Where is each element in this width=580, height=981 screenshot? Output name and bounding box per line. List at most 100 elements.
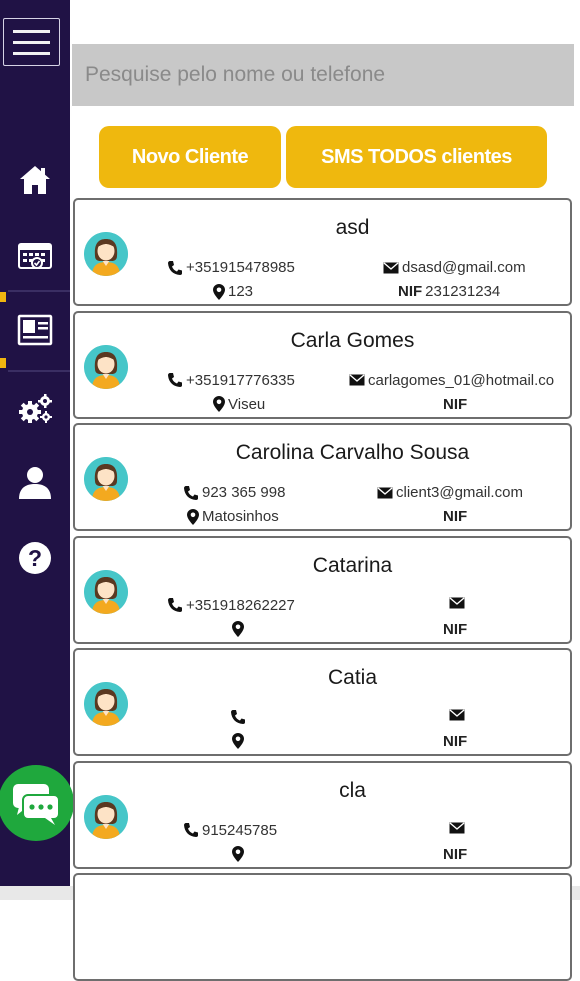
client-name: asd bbox=[335, 216, 370, 239]
nif-label: NIF bbox=[398, 283, 423, 300]
chat-icon bbox=[13, 784, 60, 825]
svg-text:?: ? bbox=[28, 545, 42, 571]
avatar bbox=[84, 232, 128, 276]
client-name: Carla Gomes bbox=[290, 328, 415, 352]
phone-icon bbox=[168, 260, 182, 275]
email-icon bbox=[449, 821, 465, 833]
client-nif: NIF bbox=[443, 846, 470, 863]
client-card[interactable]: cla 915245785 NIF bbox=[73, 760, 572, 869]
sidebar: ? bbox=[0, 0, 70, 886]
sms-all-clients-button[interactable]: SMS TODOS clientes bbox=[286, 126, 547, 188]
location-pin-icon bbox=[187, 508, 199, 525]
client-name: cla bbox=[339, 778, 366, 802]
location-pin-icon bbox=[213, 396, 225, 412]
client-location bbox=[232, 845, 247, 862]
search-input[interactable] bbox=[72, 44, 574, 106]
avatar bbox=[84, 344, 128, 389]
client-phone[interactable]: 915245785 bbox=[183, 822, 277, 839]
location-pin-icon bbox=[232, 733, 244, 749]
avatar-icon bbox=[84, 232, 128, 276]
client-email[interactable]: client3@gmail.com bbox=[377, 484, 523, 501]
avatar bbox=[84, 794, 128, 839]
nav-divider bbox=[8, 290, 70, 292]
client-phone[interactable]: +351918262227 bbox=[167, 597, 295, 614]
nav-divider bbox=[8, 370, 70, 372]
home-icon bbox=[20, 166, 50, 194]
email-icon bbox=[349, 374, 365, 386]
client-phone-text: 923 365 998 bbox=[202, 484, 286, 501]
chat-button[interactable] bbox=[0, 765, 74, 841]
client-phone[interactable]: 923 365 998 bbox=[183, 484, 285, 501]
client-card[interactable]: Carolina Carvalho Sousa 923 365 998 client… bbox=[73, 423, 572, 531]
client-nif: NIF bbox=[443, 621, 470, 638]
client-nif: NIF bbox=[443, 733, 470, 750]
avatar bbox=[84, 569, 128, 614]
nif-label: NIF bbox=[443, 620, 468, 638]
nif-label: NIF bbox=[443, 845, 468, 863]
client-email-text: carlagomes_01@hotmail.co bbox=[368, 371, 555, 389]
client-email[interactable] bbox=[449, 709, 468, 721]
phone-icon bbox=[168, 598, 182, 612]
client-card[interactable]: Catarina +351918262227 NIF bbox=[73, 535, 572, 644]
email-icon bbox=[449, 596, 465, 608]
sidebar-item-help[interactable]: ? bbox=[0, 530, 70, 586]
phone-icon bbox=[184, 485, 198, 500]
client-location bbox=[232, 620, 247, 637]
client-phone[interactable]: +351915478985 bbox=[167, 259, 295, 276]
menu-line bbox=[13, 30, 50, 33]
client-phone-text: +351917776335 bbox=[186, 371, 295, 389]
help-icon: ? bbox=[19, 542, 51, 574]
email-icon bbox=[449, 709, 465, 721]
client-location: 123 bbox=[213, 283, 253, 300]
client-email-text: dsasd@gmail.com bbox=[402, 259, 526, 276]
avatar bbox=[84, 682, 128, 726]
client-email[interactable] bbox=[449, 596, 468, 609]
client-email[interactable] bbox=[449, 821, 468, 834]
sidebar-item-clients[interactable] bbox=[0, 302, 70, 358]
client-email[interactable]: carlagomes_01@hotmail.co bbox=[349, 372, 554, 389]
phone-icon bbox=[168, 373, 182, 387]
nif-label: NIF bbox=[443, 395, 468, 413]
client-nif: NIF 231231234 bbox=[398, 283, 500, 300]
client-name: Carolina Carvalho Sousa bbox=[235, 441, 470, 464]
client-location bbox=[232, 733, 247, 749]
sidebar-item-profile[interactable] bbox=[0, 455, 70, 511]
client-name: Catia bbox=[327, 666, 378, 689]
client-card[interactable]: asd +351915478985 dsasd@gmail.com 123 NIF 231… bbox=[73, 198, 572, 306]
client-nif: NIF bbox=[443, 396, 470, 413]
client-phone[interactable] bbox=[230, 709, 249, 725]
client-location: Viseu bbox=[213, 396, 265, 413]
gears-icon bbox=[19, 394, 52, 423]
menu-line bbox=[13, 41, 50, 44]
avatar-icon bbox=[84, 682, 128, 726]
menu-line bbox=[13, 52, 50, 55]
avatar-icon bbox=[84, 344, 128, 389]
client-email[interactable]: dsasd@gmail.com bbox=[383, 259, 526, 276]
location-pin-icon bbox=[213, 283, 225, 300]
client-nif-text: 231231234 bbox=[425, 283, 501, 300]
phone-icon bbox=[184, 823, 198, 837]
client-nif: NIF bbox=[443, 508, 470, 525]
client-card[interactable]: Carla Gomes +351917776335 carlagomes_01@ho… bbox=[73, 310, 572, 419]
sidebar-item-home[interactable] bbox=[0, 152, 70, 208]
email-icon bbox=[383, 261, 399, 273]
client-email-text: client3@gmail.com bbox=[396, 484, 523, 501]
client-card[interactable]: Catia NIF bbox=[73, 648, 572, 756]
client-card[interactable] bbox=[73, 873, 572, 981]
avatar bbox=[84, 457, 128, 501]
client-phone-text: 915245785 bbox=[202, 821, 278, 839]
location-pin-icon bbox=[232, 845, 244, 862]
new-client-button[interactable]: Novo Cliente bbox=[99, 126, 281, 188]
sidebar-item-settings[interactable] bbox=[0, 380, 70, 436]
sidebar-item-calendar[interactable] bbox=[0, 228, 70, 284]
hamburger-menu-button[interactable] bbox=[3, 18, 60, 66]
client-phone-text: +351915478985 bbox=[186, 259, 295, 276]
calendar-icon bbox=[18, 243, 52, 269]
nif-label: NIF bbox=[443, 508, 468, 525]
avatar-icon bbox=[84, 569, 128, 614]
client-phone[interactable]: +351917776335 bbox=[167, 372, 295, 389]
email-icon bbox=[377, 486, 393, 498]
user-icon bbox=[19, 467, 51, 499]
client-location-text: Matosinhos bbox=[202, 508, 279, 525]
client-location-text: Viseu bbox=[228, 395, 266, 413]
